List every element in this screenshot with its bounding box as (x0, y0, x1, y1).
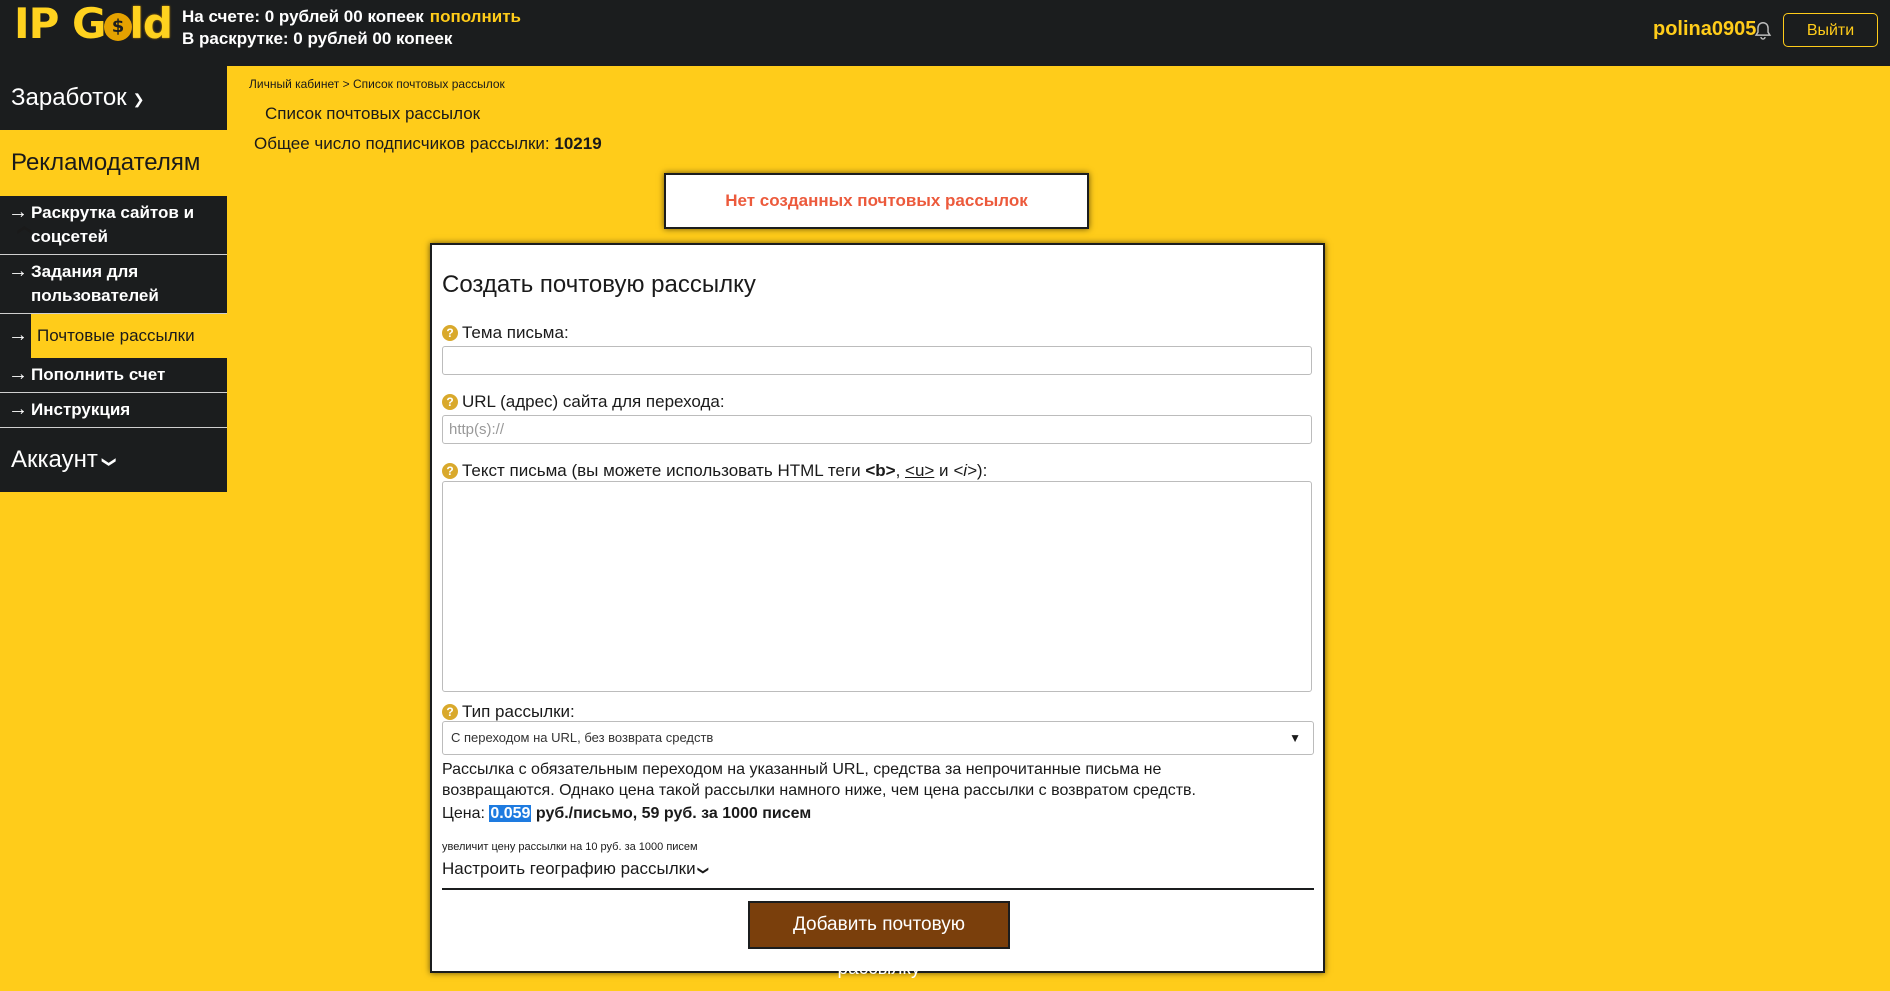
form-title: Создать почтовую рассылку (442, 271, 756, 298)
subscribers-value: 10219 (554, 134, 602, 153)
tag-u: <u> (905, 461, 935, 480)
arrow-right-icon: → (8, 363, 28, 385)
subject-field[interactable] (442, 346, 1312, 375)
sidebar-item-label: Инструкция (31, 400, 131, 419)
logout-button[interactable]: Выйти (1783, 13, 1878, 47)
help-icon[interactable]: ? (442, 463, 458, 479)
sidebar-item-label: Задания для пользователей (31, 262, 159, 305)
logo-text: IP G (14, 0, 107, 48)
subject-label-text: Тема письма: (462, 323, 569, 342)
arrow-right-icon: → (8, 260, 28, 282)
sidebar-item-label: Раскрутка сайтов и соцсетей (31, 203, 195, 246)
breadcrumb[interactable]: Личный кабинет > Список почтовых рассыло… (249, 77, 505, 91)
price-line: Цена: 0.059 руб./письмо, 59 руб. за 1000… (442, 805, 811, 823)
sidebar-item-instructions[interactable]: → Инструкция (0, 393, 227, 428)
sidebar-section-account[interactable]: Аккаунт ❯ (0, 428, 227, 492)
sidebar-section-earnings[interactable]: Заработок ❯ (0, 66, 227, 130)
geo-toggle[interactable]: Настроить географию рассылки❯ (442, 859, 709, 879)
url-label-text: URL (адрес) сайта для перехода: (462, 392, 725, 411)
balances: На счете: 0 рублей 00 копеек пополнить В … (182, 6, 521, 50)
add-mailing-button[interactable]: Добавить почтовую рассылку (748, 901, 1010, 979)
chevron-down-icon: ❯ (696, 865, 709, 876)
topup-link[interactable]: пополнить (430, 7, 521, 26)
price-value: 0.059 (489, 805, 532, 822)
help-icon[interactable]: ? (442, 325, 458, 341)
text-label-pre: Текст письма (вы можете использовать HTM… (462, 461, 866, 480)
type-label-text: Тип рассылки: (462, 702, 575, 721)
bell-icon[interactable] (1752, 20, 1774, 42)
sidebar-item-label: Пополнить счет (31, 365, 166, 384)
tag-i: <i> (953, 461, 977, 480)
chevron-down-icon: ❯ (132, 90, 145, 107)
type-label: ? Тип рассылки: (442, 702, 575, 722)
promo-balance-label: В раскрутке: 0 рублей 00 копеек (182, 29, 453, 48)
chevron-down-icon: ❯ (101, 456, 118, 468)
message-textarea[interactable] (442, 481, 1312, 692)
divider (442, 888, 1314, 890)
coin-icon: $ (103, 12, 132, 41)
logo[interactable]: IP G $ ld (14, 0, 173, 50)
type-description: Рассылка с обязательным переходом на ука… (442, 761, 1196, 799)
balance-label: На счете: 0 рублей 00 копеек (182, 7, 424, 26)
sidebar: Заработок ❯ Рекламодателям❯ → Раскрутка с… (0, 66, 227, 492)
subscribers-count: Общее число подписчиков рассылки: 10219 (254, 134, 602, 154)
chevron-down-icon: ▼ (1289, 731, 1301, 745)
selected-type: С переходом на URL, без возврата средств (451, 730, 714, 745)
page-title: Список почтовых рассылок (265, 104, 481, 123)
sidebar-item-mailings[interactable]: → Почтовые рассылки (0, 314, 227, 358)
arrow-right-icon: → (8, 398, 28, 420)
empty-notice: Нет созданных почтовых рассылок (664, 173, 1089, 229)
help-icon[interactable]: ? (442, 394, 458, 410)
advertisers-subnav: → Раскрутка сайтов и соцсетей → Задания … (0, 196, 227, 428)
tag-and: и (934, 461, 954, 480)
tag-b: <b> (865, 461, 896, 480)
sidebar-item-topup[interactable]: → Пополнить счет (0, 358, 227, 393)
create-mailing-form: Создать почтовую рассылку ? Тема письма: … (430, 243, 1325, 979)
section-label: Заработок (11, 84, 127, 111)
arrow-right-icon: → (8, 201, 28, 223)
logo-text-end: ld (129, 0, 173, 48)
help-icon[interactable]: ? (442, 704, 458, 720)
sidebar-item-tasks[interactable]: → Задания для пользователей (0, 255, 227, 314)
subject-label: ? Тема письма: (442, 323, 569, 343)
section-label: Рекламодателям (11, 149, 201, 176)
price-label: Цена: (442, 805, 485, 822)
price-rest: руб./письмо, 59 руб. за 1000 писем (535, 805, 812, 822)
arrow-right-icon: → (8, 324, 28, 346)
sidebar-item-label: Почтовые рассылки (37, 326, 195, 345)
geo-link[interactable]: Настроить географию рассылки (442, 859, 696, 878)
subscribers-label: Общее число подписчиков рассылки: (254, 134, 550, 153)
username[interactable]: polina0905 (1653, 18, 1756, 41)
sidebar-item-promotion[interactable]: → Раскрутка сайтов и соцсетей (0, 196, 227, 255)
geo-note: увеличит цену рассылки на 10 руб. за 100… (442, 841, 698, 853)
text-label-post: ): (976, 461, 988, 480)
url-field[interactable]: http(s):// (442, 415, 1312, 444)
top-bar: IP G $ ld На счете: 0 рублей 00 копеек попо… (0, 0, 1890, 66)
sidebar-section-advertisers[interactable]: Рекламодателям❯ (0, 130, 227, 236)
mailing-type-select[interactable]: С переходом на URL, без возврата средств… (442, 721, 1314, 755)
text-label: ? Текст письма (вы можете использовать HT… (442, 461, 987, 481)
url-label: ? URL (адрес) сайта для перехода: (442, 392, 725, 412)
